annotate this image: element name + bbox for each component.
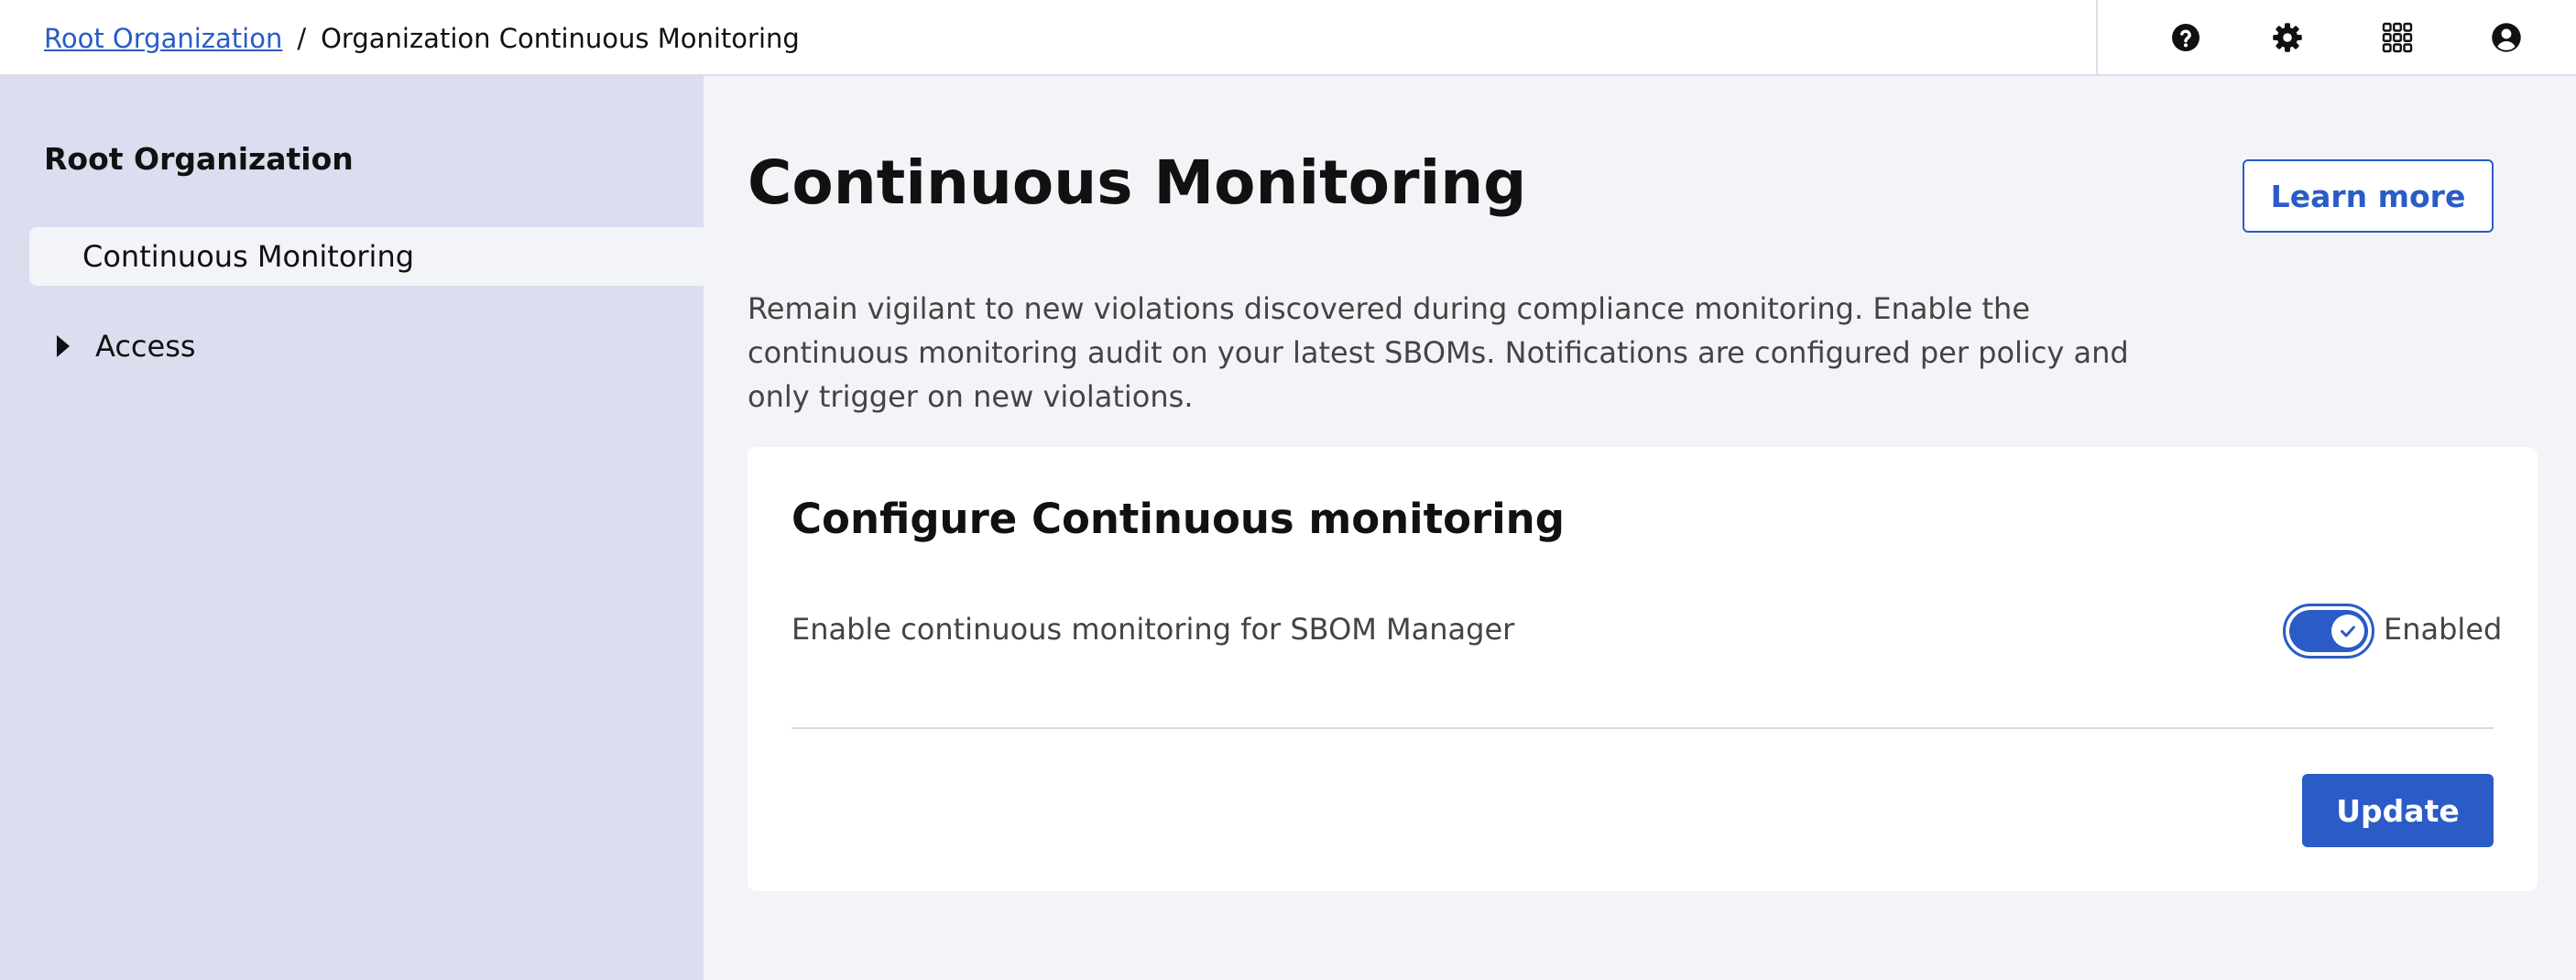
- learn-more-button[interactable]: Learn more: [2243, 159, 2494, 233]
- sidebar-title: Root Organization: [44, 141, 354, 177]
- apps-grid-icon[interactable]: [2379, 19, 2416, 56]
- update-button[interactable]: Update: [2302, 774, 2494, 847]
- continuous-monitoring-toggle[interactable]: [2283, 604, 2374, 659]
- help-icon[interactable]: [2167, 19, 2204, 56]
- setting-label: Enable continuous monitoring for SBOM Ma…: [791, 612, 1515, 647]
- sidebar-item-access[interactable]: Access: [55, 323, 196, 369]
- toggle-status-text: Enabled: [2384, 612, 2503, 647]
- page-title: Continuous Monitoring: [748, 147, 1527, 218]
- check-icon: [2341, 626, 2355, 637]
- sidebar-item-label: Continuous Monitoring: [82, 239, 415, 274]
- configure-card: Configure Continuous monitoring Enable c…: [748, 447, 2538, 891]
- card-title: Configure Continuous monitoring: [791, 495, 1565, 543]
- sidebar-item-continuous-monitoring[interactable]: Continuous Monitoring: [29, 227, 704, 286]
- breadcrumb-separator: /: [297, 23, 307, 54]
- toggle-knob: [2331, 615, 2364, 648]
- sidebar-item-label: Access: [95, 329, 196, 364]
- breadcrumb-root-link[interactable]: Root Organization: [44, 23, 282, 54]
- gear-icon[interactable]: [2269, 19, 2306, 56]
- header-divider: [2096, 0, 2098, 76]
- card-divider: [791, 727, 2494, 729]
- toggle-track: [2289, 610, 2368, 652]
- top-header: Root Organization / Organization Continu…: [0, 0, 2576, 76]
- sidebar: Root Organization Continuous Monitoring …: [0, 76, 704, 980]
- caret-right-icon: [57, 335, 70, 357]
- user-account-icon[interactable]: [2488, 19, 2525, 56]
- page-description: Remain vigilant to new violations discov…: [748, 291, 2129, 414]
- breadcrumb-current: Organization Continuous Monitoring: [321, 23, 800, 54]
- breadcrumb: Root Organization / Organization Continu…: [44, 20, 800, 57]
